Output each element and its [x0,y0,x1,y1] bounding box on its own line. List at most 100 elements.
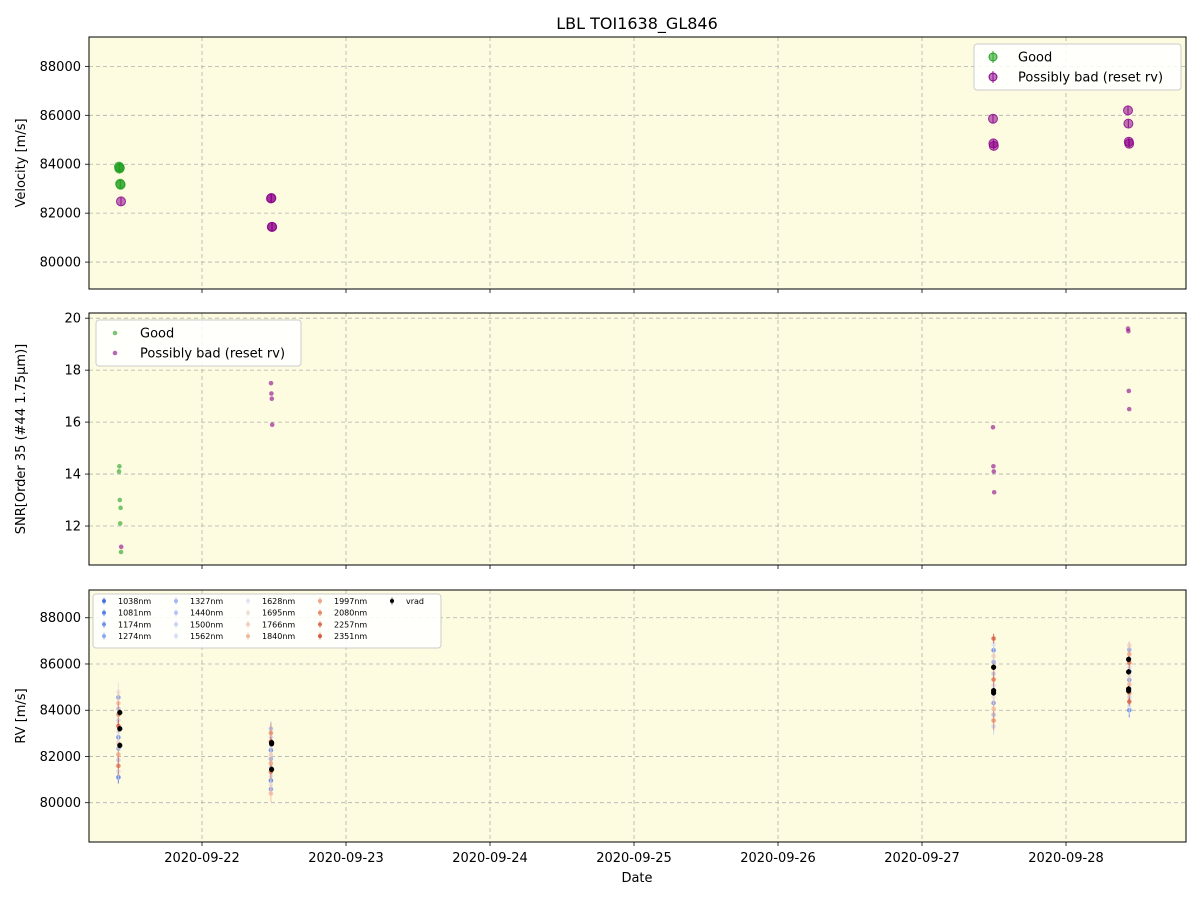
legend-label: 2257nm [334,620,367,629]
legend-label: Possibly bad (reset rv) [1018,71,1163,86]
y-tick-label: 84000 [40,158,81,173]
vrad-point [1126,656,1132,662]
data-point [1124,138,1135,149]
y-tick-label: 86000 [40,657,81,672]
x-tick-label: 2020-09-28 [1028,851,1104,866]
legend-marker [102,610,106,615]
legend-marker [318,599,322,603]
band-point [991,718,996,723]
legend-label: 1695nm [262,609,295,618]
legend-label: 1840nm [262,632,295,641]
data-point [266,192,277,203]
band-point [116,763,121,769]
data-point [991,463,996,469]
legend-marker [174,634,178,639]
data-point [988,140,999,151]
legend-marker [102,634,106,639]
legend-marker [246,610,250,615]
data-point [117,463,122,469]
panel-rv: 2020-09-22 2020-09-23 2020-09-24 2020-09-25… [14,589,1187,866]
y-tick-label: 16 [64,416,81,431]
y-tick-label: 88000 [40,611,81,626]
legend-label: 1440nm [190,609,223,618]
band-point [1127,643,1132,648]
data-point [117,521,123,526]
data-point [118,544,124,550]
x-tick-label: 2020-09-23 [308,851,384,866]
legend-marker [318,610,322,615]
legend-label: 2351nm [334,632,367,641]
data-point [1126,328,1131,334]
legend-marker [246,622,250,627]
data-point [116,469,122,474]
band-point [991,677,996,682]
vrad-point [117,742,123,748]
legend-label: Possibly bad (reset rv) [140,347,285,362]
vrad-point [1126,669,1132,675]
legend-marker [246,599,250,603]
y-tick-label: 82000 [40,207,81,222]
legend-label: 1628nm [262,597,295,606]
legend-label: 1038nm [118,597,151,606]
legend-label: Good [140,327,174,342]
legend-marker [988,52,998,62]
data-point [1126,388,1132,394]
band-point [116,752,121,757]
y-axis-label-rv: RV [m/s] [14,688,29,743]
data-point [1123,105,1133,116]
y-tick-label: 12 [64,520,81,535]
legend-marker [318,622,322,627]
x-tick-label: 2020-09-26 [740,851,816,866]
band-point [1127,651,1132,657]
data-point [269,422,275,428]
band-point [268,752,274,757]
vrad-point [269,741,275,747]
legend-marker [246,634,250,639]
legend-label: 1174nm [118,620,151,629]
legend-marker [102,622,106,627]
band-point [268,791,274,796]
data-point [116,196,126,207]
vrad-point [269,766,275,773]
y-tick-label: 14 [64,468,81,483]
data-point [117,497,123,503]
y-tick-label: 80000 [40,256,81,271]
band-point [991,653,996,659]
legend-marker [112,350,118,356]
legend-marker [988,72,998,82]
data-point [118,549,124,555]
legend-label: 1274nm [118,632,151,641]
legend-label: 2080nm [334,609,367,618]
data-point [269,396,275,402]
data-point [990,425,996,430]
y-tick-label: 82000 [40,750,81,765]
vrad-point [117,726,123,732]
band-point [991,636,996,641]
chart-title: LBL TOI1638_GL846 [556,14,718,34]
legend-label: 1562nm [190,632,223,641]
legend-marker [174,622,178,627]
legend-label: 1081nm [118,609,151,618]
y-tick-label: 20 [64,312,81,327]
data-point [269,391,274,396]
data-point [1126,406,1132,412]
y-tick-label: 86000 [40,109,81,124]
data-point [114,162,125,173]
x-tick-label: 2020-09-22 [164,851,240,866]
panel-snr: 12 14 16 18 20 SNR[Order 35 (#44 1.75μm)] Good… [14,312,1187,569]
legend-marker [102,599,106,603]
band-point [268,730,274,736]
legend-marker [174,599,178,603]
x-axis-label: Date [621,871,652,886]
vrad-point [991,664,997,670]
figure: LBL TOI1638_GL846 80000 82000 84000 86000 88… [14,14,1187,886]
legend-label: Good [1018,51,1052,66]
legend-label: 1997nm [334,597,367,606]
legend-label: 1327nm [190,597,223,606]
x-tick-label: 2020-09-25 [596,851,672,866]
y-tick-label: 88000 [40,60,81,75]
x-tick-label: 2020-09-24 [452,851,528,866]
legend-label: vrad [406,597,424,606]
data-point [991,469,997,474]
legend-snr: Good Possibly bad (reset rv) [95,319,302,367]
